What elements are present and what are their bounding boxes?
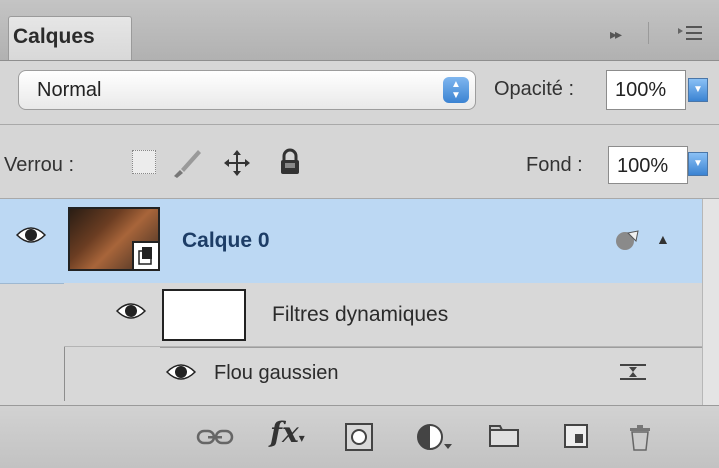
adjustment-icon[interactable] [416, 422, 452, 457]
layer-row-calque-0[interactable]: Calque 0 ▲ [0, 199, 702, 284]
divider [0, 124, 719, 125]
blend-mode-value: Normal [37, 79, 102, 101]
opacity-dropdown-arrow-icon[interactable]: ▼ [688, 78, 708, 102]
header-divider [648, 22, 649, 44]
fill-label: Fond : [526, 154, 583, 176]
layers-list: Calque 0 ▲ Filtres dynamiques Flou gauss… [0, 199, 702, 405]
filter-name: Flou gaussien [214, 362, 339, 384]
double-chevron-icon[interactable]: ▸▸ [610, 26, 622, 43]
lock-label: Verrou : [4, 154, 75, 176]
collapse-triangle-icon[interactable]: ▲ [656, 231, 670, 247]
new-layer-icon[interactable] [562, 422, 590, 455]
smart-filters-row[interactable]: Filtres dynamiques [64, 283, 702, 347]
tab-calques[interactable]: Calques [8, 16, 132, 60]
trash-icon[interactable] [626, 422, 654, 457]
fill-dropdown-arrow-icon[interactable]: ▼ [688, 152, 708, 176]
panel-header: Calques ▸▸ [0, 0, 719, 61]
blend-mode-select[interactable]: Normal ▲ ▼ [18, 70, 476, 110]
brush-icon[interactable] [170, 146, 204, 185]
filter-row-gaussian-blur[interactable]: Flou gaussien [160, 347, 702, 399]
padlock-icon[interactable] [278, 148, 302, 181]
folder-icon[interactable] [488, 422, 520, 453]
lock-transparent-icon[interactable] [132, 150, 156, 174]
fill-field[interactable]: 100% [608, 146, 688, 184]
filter-mask-thumbnail[interactable] [162, 289, 246, 341]
scrollbar[interactable] [702, 199, 719, 405]
eye-icon[interactable] [15, 225, 47, 250]
opacity-field[interactable]: 100% [606, 70, 686, 110]
filter-options-icon[interactable] [618, 360, 648, 391]
fx-icon[interactable]: fx▾ [270, 416, 305, 449]
layer-name[interactable]: Calque 0 [182, 229, 270, 253]
move-icon[interactable] [222, 148, 252, 183]
eye-icon[interactable] [165, 362, 197, 387]
bottom-toolbar: fx▾ [0, 405, 719, 468]
panel-menu-icon[interactable] [676, 22, 704, 49]
select-arrows-icon: ▲ ▼ [443, 77, 469, 103]
layer-thumbnail[interactable] [68, 207, 160, 271]
mask-icon[interactable] [344, 422, 374, 457]
eye-icon[interactable] [115, 301, 147, 326]
link-icon[interactable] [196, 428, 234, 451]
opacity-label: Opacité : [494, 78, 575, 100]
smart-object-icon[interactable] [614, 229, 640, 258]
smart-object-badge-icon [132, 241, 158, 269]
smart-filters-label: Filtres dynamiques [272, 303, 449, 326]
